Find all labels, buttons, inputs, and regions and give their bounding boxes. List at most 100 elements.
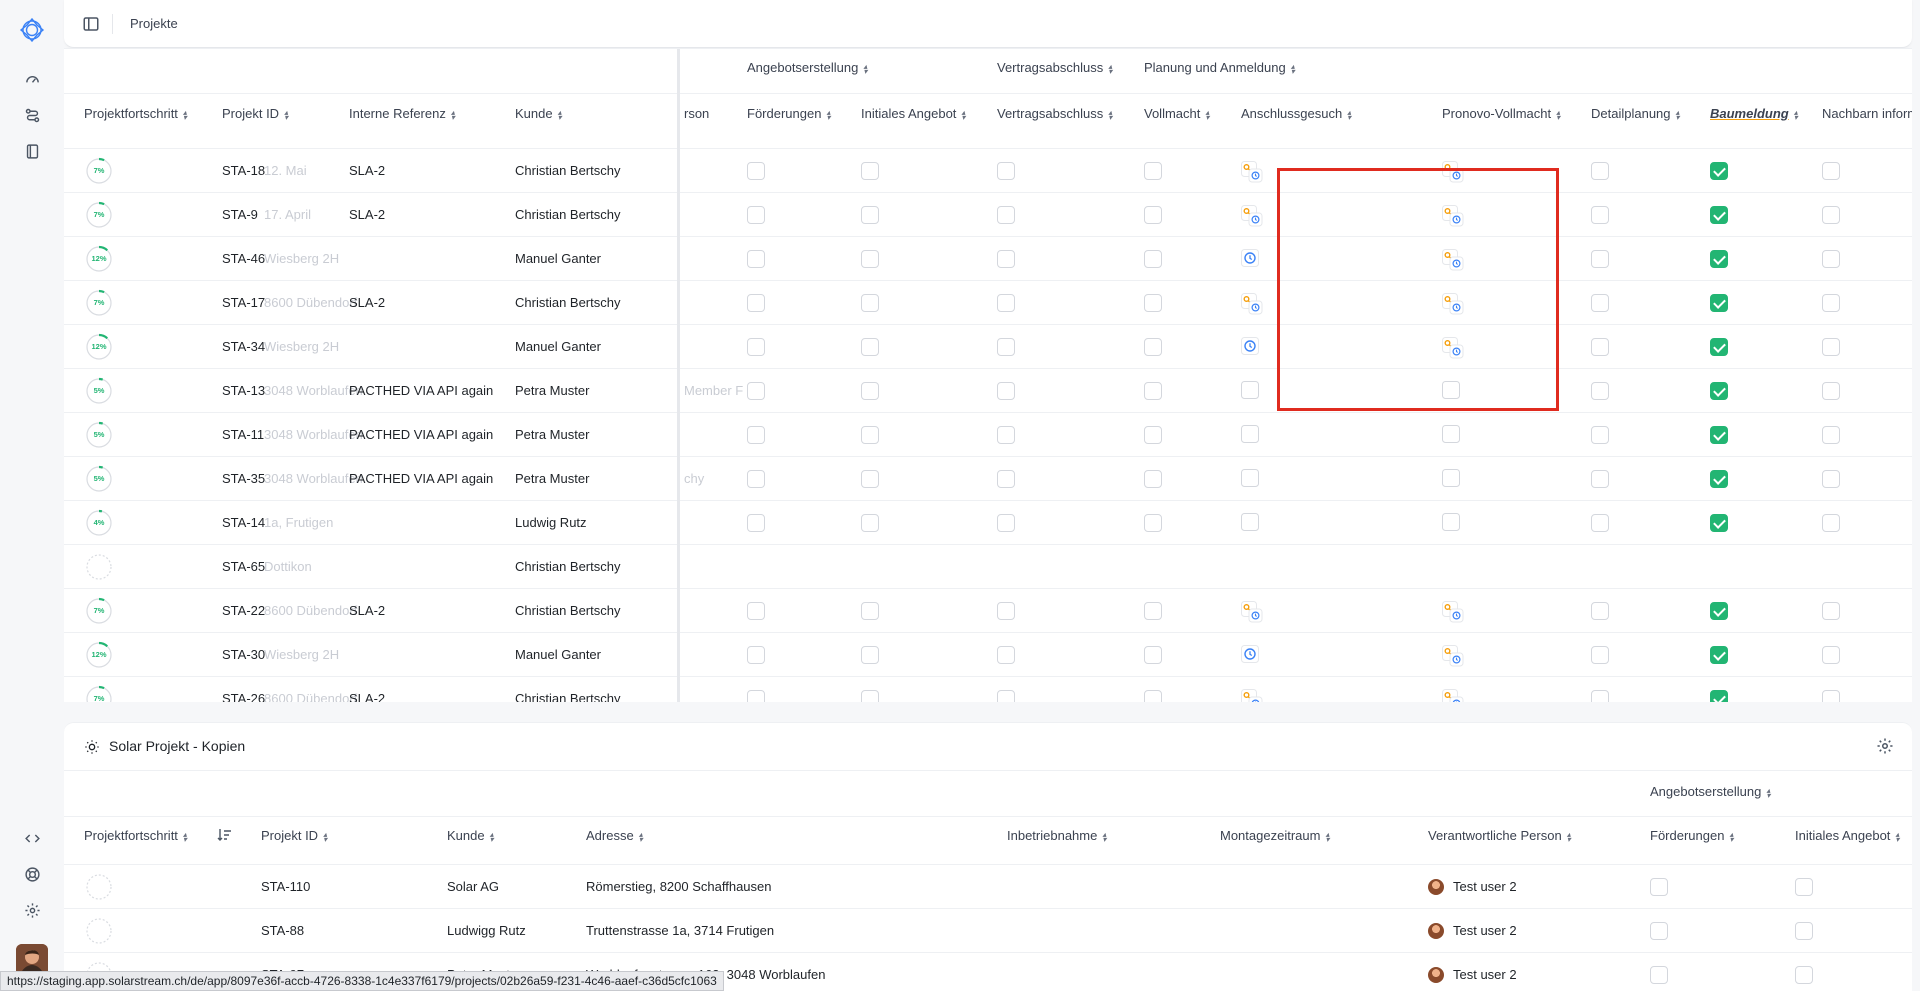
checkbox-initiales-angebot[interactable] [861,426,879,444]
checkbox-initiales-angebot[interactable] [861,470,879,488]
status-empty-icon[interactable] [1442,469,1464,491]
key-pending-icon[interactable] [1442,161,1464,183]
column-header-detailplanung[interactable]: Detailplanung [1591,106,1680,121]
checkbox-detailplanung[interactable] [1591,162,1609,180]
status-empty-icon[interactable] [1241,425,1263,447]
table-row[interactable]: STA-88 Ludwigg Rutz Truttenstrasse 1a, 371… [64,909,1912,953]
help-icon[interactable] [20,862,44,886]
sort-icon[interactable] [1567,832,1571,842]
checkbox-detailplanung[interactable] [1591,690,1609,702]
checkbox-initiales-angebot[interactable] [861,206,879,224]
key-pending-icon[interactable] [1241,601,1263,623]
column-header-nachbarn[interactable]: Nachbarn inform [1822,106,1912,121]
group-header-planung[interactable]: Planung und Anmeldung [1144,60,1295,75]
checkbox-vollmacht[interactable] [1144,338,1162,356]
status-empty-icon[interactable] [1442,513,1464,535]
checkbox-nachbarn[interactable] [1822,250,1840,268]
sort-icon[interactable] [1108,64,1112,74]
checkbox-vertragsabschluss[interactable] [997,514,1015,532]
checkbox-foerderungen[interactable] [747,382,765,400]
table-row[interactable]: 3048 Worblaufen 5% STA-35 PACTHED VIA API a… [64,457,1912,501]
checkbox-baumeldung[interactable] [1710,338,1728,356]
checkbox-vollmacht[interactable] [1144,294,1162,312]
checkbox-vollmacht[interactable] [1144,426,1162,444]
checkbox-vertragsabschluss[interactable] [997,690,1015,702]
checkbox-nachbarn[interactable] [1822,646,1840,664]
sort-icon[interactable] [1347,110,1351,120]
sort-icon[interactable] [183,832,187,842]
key-pending-icon[interactable] [1442,293,1464,315]
checkbox-initiales-angebot[interactable] [861,690,879,702]
key-pending-icon[interactable] [1241,205,1263,227]
settings-icon[interactable] [20,898,44,922]
column-header-pronovo[interactable]: Pronovo-Vollmacht [1442,106,1560,121]
column-header-fortschritt[interactable]: Projektfortschritt [84,106,187,121]
checkbox-foerderungen[interactable] [747,690,765,702]
table-row[interactable]: 8600 Dübendorf 7% STA-26 SLA-2 Christian Ber… [64,677,1912,702]
checkbox-detailplanung[interactable] [1591,426,1609,444]
checkbox-vertragsabschluss[interactable] [997,250,1015,268]
checkbox-foerderungen[interactable] [747,646,765,664]
checkbox-vertragsabschluss[interactable] [997,382,1015,400]
breadcrumb[interactable]: Projekte [130,16,178,31]
column-header-inbetriebnahme[interactable]: Inbetriebnahme [1007,828,1106,843]
checkbox-foerderungen[interactable] [1650,878,1668,896]
group-header-angebot[interactable]: Angebotserstellung [1650,784,1770,799]
checkbox-initiales-angebot[interactable] [861,294,879,312]
checkbox-foerderungen[interactable] [747,250,765,268]
code-icon[interactable] [20,826,44,850]
checkbox-initiales-angebot[interactable] [861,602,879,620]
checkbox-foerderungen[interactable] [747,470,765,488]
checkbox-baumeldung[interactable] [1710,690,1728,702]
checkbox-foerderungen[interactable] [747,338,765,356]
checkbox-initiales-angebot[interactable] [1795,966,1813,984]
sort-icon[interactable] [1325,832,1329,842]
checkbox-vollmacht[interactable] [1144,162,1162,180]
sort-icon[interactable] [1729,832,1733,842]
table-row[interactable]: Wiesberg 2H 12% STA-46 Manuel Ganter [64,237,1912,281]
checkbox-baumeldung[interactable] [1710,470,1728,488]
group-header-angebot[interactable]: Angebotserstellung [747,60,867,75]
sort-icon[interactable] [490,832,494,842]
clock-pending-icon[interactable] [1241,337,1263,359]
checkbox-baumeldung[interactable] [1710,162,1728,180]
checkbox-foerderungen[interactable] [1650,922,1668,940]
group-header-vertrag[interactable]: Vertragsabschluss [997,60,1112,75]
sort-icon[interactable] [961,110,965,120]
checkbox-vertragsabschluss[interactable] [997,206,1015,224]
checkbox-vertragsabschluss[interactable] [997,646,1015,664]
checkbox-vollmacht[interactable] [1144,382,1162,400]
logo-icon[interactable] [18,16,46,44]
sort-icon[interactable] [1766,788,1770,798]
checkbox-detailplanung[interactable] [1591,294,1609,312]
sort-descending-icon[interactable] [217,827,233,846]
column-header-kunde[interactable]: Kunde [515,106,562,121]
sidebar-toggle-icon[interactable] [82,15,100,33]
key-pending-icon[interactable] [1241,689,1263,702]
sort-icon[interactable] [1205,110,1209,120]
checkbox-nachbarn[interactable] [1822,382,1840,400]
checkbox-nachbarn[interactable] [1822,338,1840,356]
checkbox-foerderungen[interactable] [747,162,765,180]
status-empty-icon[interactable] [1241,513,1263,535]
column-header-vollmacht[interactable]: Vollmacht [1144,106,1209,121]
key-pending-icon[interactable] [1442,645,1464,667]
table-row[interactable]: 12. Mai 7% STA-18 SLA-2 Christian Bertschy [64,149,1912,193]
checkbox-detailplanung[interactable] [1591,338,1609,356]
status-empty-icon[interactable] [1442,381,1464,403]
checkbox-foerderungen[interactable] [747,426,765,444]
checkbox-foerderungen[interactable] [747,206,765,224]
checkbox-baumeldung[interactable] [1710,426,1728,444]
checkbox-baumeldung[interactable] [1710,250,1728,268]
checkbox-detailplanung[interactable] [1591,250,1609,268]
column-header-baumeldung[interactable]: Baumeldung [1710,106,1798,121]
checkbox-vollmacht[interactable] [1144,514,1162,532]
checkbox-vollmacht[interactable] [1144,250,1162,268]
column-header-projekt-id[interactable]: Projekt ID [222,106,288,121]
column-header-person-tail[interactable]: rson [684,106,709,121]
sort-icon[interactable] [826,110,830,120]
table-row[interactable]: Dottikon STA-65 Christian Bertschy [64,545,1912,589]
book-icon[interactable] [20,139,44,163]
key-pending-icon[interactable] [1442,337,1464,359]
column-header-vertragsabschluss[interactable]: Vertragsabschluss [997,106,1112,121]
